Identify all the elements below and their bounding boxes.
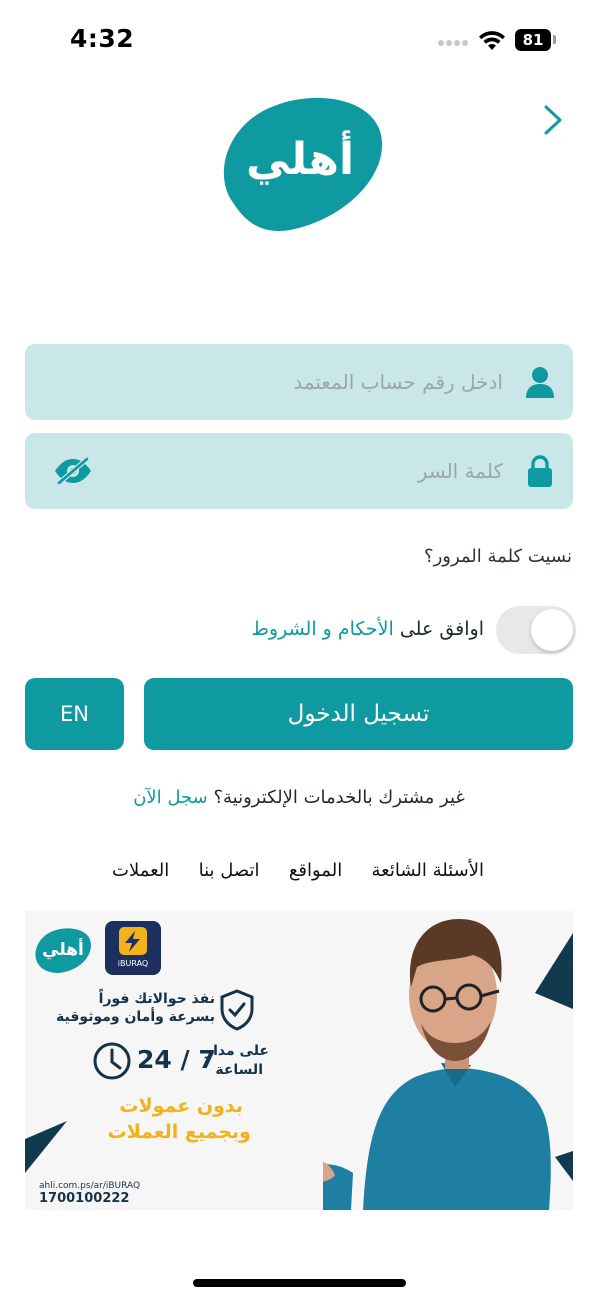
register-prompt-text: غير مشترك بالخدمات الإلكترونية؟	[207, 787, 465, 808]
battery-cap	[553, 35, 556, 44]
footer-links: الأسئلة الشائعة المواقع اتصل بنا العملات	[112, 860, 484, 890]
status-bar: 4:32 81	[0, 0, 598, 80]
user-icon	[526, 367, 554, 398]
clock-icon	[93, 1042, 131, 1080]
shield-check-icon	[220, 989, 254, 1031]
lock-icon	[528, 455, 552, 487]
language-button[interactable]: EN	[25, 678, 124, 750]
availability-caption-1: على مدار	[205, 1043, 269, 1059]
promo-line-2: وبجميع العملات	[107, 1121, 251, 1143]
contact-link[interactable]: اتصل بنا	[199, 860, 260, 890]
terms-toggle[interactable]	[496, 606, 576, 654]
account-field[interactable]	[25, 344, 573, 420]
banner-line-1: نفذ حوالاتك فوراً	[98, 991, 215, 1007]
account-input[interactable]	[135, 362, 503, 402]
terms-row: اوافق على الأحكام و الشروط	[16, 604, 576, 656]
banner-phone: 1700100222	[39, 1191, 130, 1206]
battery-icon: 81	[515, 29, 551, 51]
register-prompt: غير مشترك بالخدمات الإلكترونية؟ سجل الآن	[0, 787, 598, 808]
eye-off-icon[interactable]	[53, 457, 93, 485]
wifi-icon	[479, 31, 505, 50]
logo-text: أهلي	[245, 133, 355, 185]
toggle-knob	[531, 609, 573, 651]
banner-ahli-logo: أهلي	[33, 927, 93, 973]
banner-line-2: بسرعة وأمان وموثوقية	[56, 1009, 215, 1025]
availability-caption-2: الساعة	[215, 1062, 263, 1078]
password-field[interactable]	[25, 433, 573, 509]
availability-value: 24 / 7	[137, 1045, 216, 1074]
login-button[interactable]: تسجيل الدخول	[144, 678, 573, 750]
promo-banner[interactable]: أهلي iBURAQ نفذ حوالاتك فوراً بسرعة وأما…	[25, 911, 573, 1210]
home-indicator[interactable]	[193, 1279, 406, 1287]
terms-link[interactable]: الأحكام و الشروط	[251, 618, 393, 640]
banner-logo-text: أهلي	[42, 940, 84, 960]
register-link[interactable]: سجل الآن	[133, 787, 208, 808]
ahli-logo: أهلي	[214, 94, 386, 234]
chevron-right-icon[interactable]	[536, 100, 572, 140]
currencies-link[interactable]: العملات	[112, 860, 169, 890]
promo-line-1: بدون عمولات	[119, 1095, 243, 1117]
faq-link[interactable]: الأسئلة الشائعة	[372, 860, 484, 890]
banner-person-image	[323, 919, 551, 1210]
terms-label: اوافق على الأحكام و الشروط	[251, 618, 484, 640]
cellular-signal-icon	[438, 40, 468, 50]
forgot-password-link[interactable]: نسيت كلمة المرور؟	[424, 546, 572, 567]
password-input[interactable]	[135, 451, 503, 491]
locations-link[interactable]: المواقع	[289, 860, 342, 890]
status-time: 4:32	[70, 24, 135, 53]
banner-url: ahli.com.ps/ar/iBURAQ	[39, 1181, 141, 1191]
terms-prefix: اوافق على	[393, 618, 484, 640]
iburaq-label: iBURAQ	[117, 959, 149, 968]
